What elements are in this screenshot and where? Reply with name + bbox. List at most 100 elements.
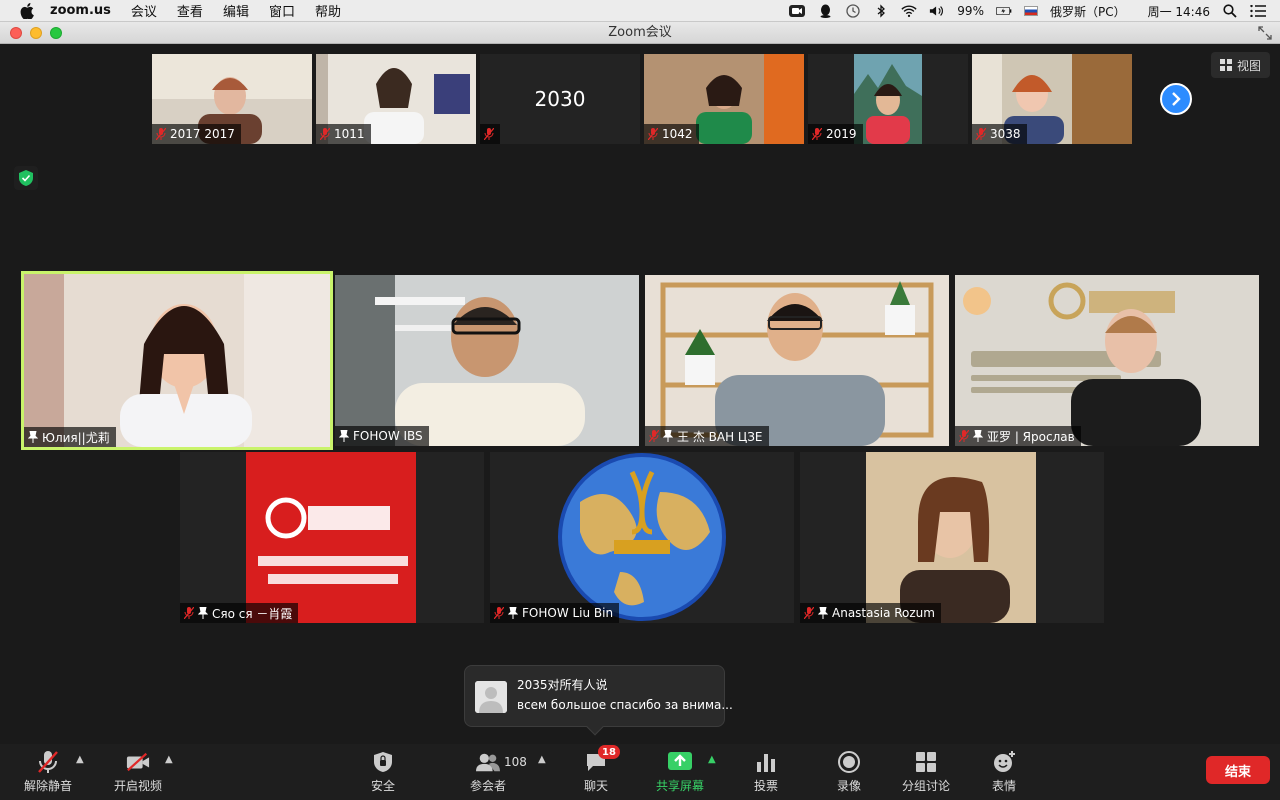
participant-tile[interactable]: 2030 — [480, 54, 640, 144]
next-page-button[interactable] — [1160, 83, 1192, 115]
chevron-right-icon — [1172, 92, 1181, 106]
mic-muted-icon — [36, 750, 60, 774]
participants-count: 108 — [504, 755, 527, 769]
pin-icon — [973, 430, 983, 442]
security-button[interactable]: 安全 — [366, 748, 400, 796]
menu-edit[interactable]: 编辑 — [223, 1, 249, 20]
participant-name: 3038 — [990, 127, 1021, 141]
mic-muted-icon — [959, 430, 969, 442]
view-button[interactable]: 视图 — [1210, 52, 1270, 78]
participant-avatar-image — [180, 452, 484, 623]
video-options-caret[interactable]: ▲ — [165, 754, 173, 765]
share-options-caret[interactable]: ▲ — [708, 754, 716, 765]
chat-sender: 2035对所有人说 — [517, 678, 608, 692]
video-off-icon — [126, 750, 150, 774]
volume-icon[interactable] — [929, 4, 945, 18]
record-button[interactable]: 录像 — [833, 748, 865, 796]
record-icon — [837, 750, 861, 774]
participant-tile[interactable]: 3038 — [972, 54, 1132, 144]
input-source[interactable]: 俄罗斯（PC） — [1050, 3, 1126, 20]
start-video-button[interactable]: 开启视频 — [112, 748, 164, 796]
participant-number: 2030 — [534, 87, 586, 111]
breakout-rooms-button[interactable]: 分组讨论 — [900, 748, 952, 796]
menu-help[interactable]: 帮助 — [315, 1, 341, 20]
menu-view[interactable]: 查看 — [177, 1, 203, 20]
participants-button[interactable]: 参会者 — [468, 748, 508, 796]
grid-view-icon — [1219, 59, 1232, 71]
participant-label: FOHOW Liu Bin — [490, 603, 620, 623]
participant-label: Сяо ся －肖霞 — [180, 603, 299, 623]
participant-label: 1011 — [316, 124, 371, 144]
toast-tail — [586, 718, 604, 736]
wifi-icon[interactable] — [901, 4, 917, 18]
menu-meeting[interactable]: 会议 — [131, 1, 157, 20]
participants-options-caret[interactable]: ▲ — [538, 754, 546, 765]
window-close-button[interactable] — [10, 27, 22, 39]
participant-tile-active-speaker[interactable]: Юлия||尤莉 — [21, 271, 333, 450]
chat-unread-badge: 18 — [598, 745, 620, 759]
audio-options-caret[interactable]: ▲ — [76, 754, 84, 765]
battery-percent: 99% — [957, 4, 984, 18]
participant-tile[interactable]: FOHOW IBS — [335, 275, 639, 446]
menu-window[interactable]: 窗口 — [269, 1, 295, 20]
participant-tile[interactable]: FOHOW Liu Bin — [490, 452, 794, 623]
fullscreen-icon[interactable] — [1258, 26, 1272, 40]
participant-tile[interactable]: 亚罗 | Ярослав — [955, 275, 1259, 446]
pin-icon — [339, 430, 349, 442]
chat-button[interactable]: 18 聊天 — [580, 745, 620, 796]
time-machine-icon[interactable] — [845, 4, 861, 18]
participant-tile[interactable]: Anastasia Rozum — [800, 452, 1104, 623]
participant-name: FOHOW Liu Bin — [522, 606, 614, 620]
participant-label: 3038 — [972, 124, 1027, 144]
mic-muted-icon — [649, 430, 659, 442]
apple-icon[interactable] — [20, 2, 34, 19]
participant-tile[interactable]: 1011 — [316, 54, 476, 144]
mic-muted-icon — [494, 607, 504, 619]
qq-icon[interactable] — [817, 4, 833, 18]
spotlight-search-icon[interactable] — [1222, 4, 1238, 18]
participant-tile[interactable]: 1042 — [644, 54, 804, 144]
shield-icon — [371, 750, 395, 774]
participant-name: Юлия||尤莉 — [42, 430, 110, 445]
unmute-label: 解除静音 — [23, 779, 72, 793]
meeting-toolbar: 解除静音 ▲ 开启视频 ▲ 安全 参会者 108 ▲ 18 聊天 共享屏幕 ▲ … — [0, 744, 1280, 800]
notification-center-icon[interactable] — [1250, 4, 1266, 18]
encryption-shield-button[interactable] — [14, 166, 38, 190]
mic-muted-icon — [812, 128, 822, 140]
participant-tile[interactable]: 王 杰 ВАН ЦЗЕ — [645, 275, 949, 446]
clock[interactable]: 周一 14:46 — [1148, 3, 1210, 20]
shield-check-icon — [19, 170, 33, 186]
participant-name: Сяо ся －肖霞 — [212, 606, 293, 621]
mic-muted-icon — [804, 607, 814, 619]
menubar-status-area: 99% 俄罗斯（PC） 周一 14:46 — [789, 0, 1280, 22]
window-minimize-button[interactable] — [30, 27, 42, 39]
chat-sender-avatar — [475, 681, 507, 713]
participant-label: Юлия||尤莉 — [24, 427, 116, 447]
start-video-label: 开启视频 — [113, 779, 162, 793]
view-button-label: 视图 — [1236, 58, 1261, 73]
chat-notification-toast[interactable]: 2035对所有人说 всем большое спасибо за внима.… — [464, 665, 733, 736]
russian-flag-icon[interactable] — [1023, 6, 1038, 16]
participant-tile[interactable]: Сяо ся －肖霞 — [180, 452, 484, 623]
window-titlebar: Zoom会议 — [0, 22, 1280, 44]
reactions-button[interactable]: 表情 — [988, 748, 1020, 796]
participant-name: 王 杰 ВАН ЦЗЕ — [677, 429, 763, 444]
participant-label: FOHOW IBS — [335, 426, 429, 446]
participant-name: Anastasia Rozum — [832, 606, 935, 620]
participant-label: 亚罗 | Ярослав — [955, 426, 1081, 446]
bluetooth-icon[interactable] — [873, 4, 889, 18]
end-meeting-button[interactable]: 结束 — [1206, 756, 1270, 784]
polls-label: 投票 — [753, 779, 778, 793]
battery-icon[interactable] — [995, 4, 1012, 18]
participants-icon — [476, 750, 500, 774]
participant-tile[interactable]: 2019 — [808, 54, 968, 144]
chat-label: 聊天 — [583, 779, 608, 793]
polls-button[interactable]: 投票 — [750, 748, 782, 796]
window-zoom-button[interactable] — [50, 27, 62, 39]
menu-app-name[interactable]: zoom.us — [50, 3, 111, 18]
participant-tile[interactable]: 2017 2017 — [152, 54, 312, 144]
unmute-button[interactable]: 解除静音 — [22, 748, 74, 796]
zoom-status-icon[interactable] — [789, 4, 806, 18]
share-screen-button[interactable]: 共享屏幕 — [654, 748, 706, 796]
breakout-rooms-label: 分组讨论 — [901, 779, 950, 793]
